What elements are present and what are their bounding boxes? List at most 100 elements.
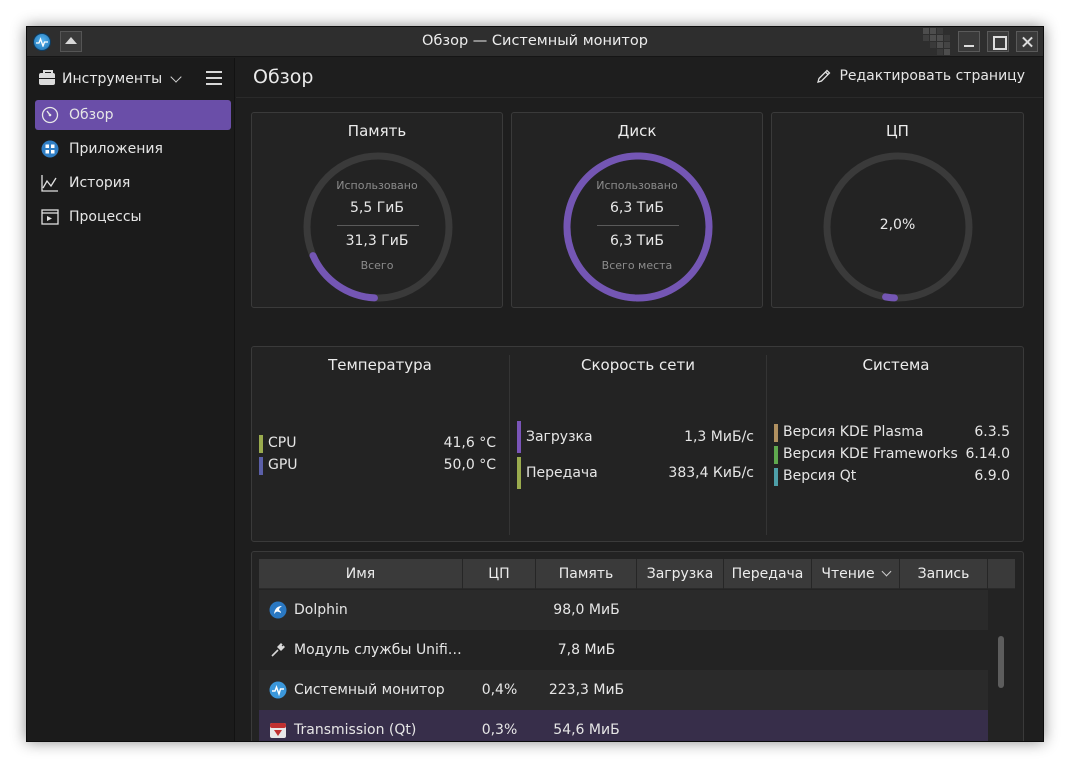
table-row[interactable]: Transmission (Qt) 0,3% 54,6 МиБ xyxy=(259,710,988,741)
edit-page-button[interactable]: Редактировать страницу xyxy=(816,68,1025,84)
close-button[interactable] xyxy=(1016,31,1038,52)
download-color-bar xyxy=(517,421,521,453)
system-value: 6.14.0 xyxy=(965,446,1010,462)
title-grip-pattern xyxy=(923,28,951,55)
gpu-temp-color-bar xyxy=(259,457,263,475)
pencil-icon xyxy=(817,69,831,83)
system-row-qt: Версия Qt 6.9.0 xyxy=(774,468,1010,486)
apps-icon xyxy=(41,140,59,158)
network-value: 1,3 МиБ/с xyxy=(684,429,754,445)
memory-used-value: 5,5 ГиБ xyxy=(350,200,404,216)
scrollbar-thumb[interactable] xyxy=(998,636,1004,688)
column-header-name[interactable]: Имя xyxy=(259,559,463,589)
edit-page-label: Редактировать страницу xyxy=(839,68,1025,84)
terminal-icon xyxy=(41,208,59,226)
plug-icon xyxy=(271,643,285,657)
memory-total-value: 31,3 ГиБ xyxy=(345,233,409,249)
disk-total-label: Всего места xyxy=(601,259,673,272)
system-label: Версия KDE Frameworks xyxy=(783,446,958,462)
process-memory: 7,8 МиБ xyxy=(557,642,616,658)
network-value: 383,4 КиБ/с xyxy=(668,465,754,481)
network-title: Скорость сети xyxy=(581,356,695,374)
minimize-button[interactable] xyxy=(958,31,980,52)
process-cpu: 0,3% xyxy=(481,722,518,738)
memory-card: Память Использовано 5,5 ГиБ 31,3 ГиБ Все… xyxy=(251,112,503,308)
dolphin-icon xyxy=(269,601,287,619)
column-header-download[interactable]: Загрузка xyxy=(637,559,724,589)
disk-used-value: 6,3 ТиБ xyxy=(610,200,664,216)
cpu-title: ЦП xyxy=(886,122,909,140)
sidebar-item-label: История xyxy=(69,175,131,191)
memory-title: Память xyxy=(347,122,407,140)
disk-card: Диск Использовано 6,3 ТиБ 6,3 ТиБ Всего … xyxy=(511,112,763,308)
table-body: Dolphin 98,0 МиБ Модуль службы Unifi… 7,… xyxy=(259,590,1015,741)
process-name: Системный монитор xyxy=(294,682,445,698)
memory-used-label: Использовано xyxy=(336,179,418,192)
title-bar[interactable]: Обзор — Системный монитор xyxy=(27,27,1043,57)
column-divider xyxy=(766,355,767,535)
temp-value: 41,6 °C xyxy=(443,435,496,451)
disk-divider xyxy=(597,225,679,226)
sidebar: Инструменты Обзор Приложения История Про… xyxy=(27,58,235,741)
disk-usage-arc xyxy=(563,152,713,302)
process-name: Dolphin xyxy=(294,602,348,618)
sidebar-item-history[interactable]: История xyxy=(35,168,231,198)
sidebar-nav: Обзор Приложения История Процессы xyxy=(35,100,231,236)
table-header: Имя ЦП Память Загрузка Передача Чтение З… xyxy=(259,559,1015,589)
tools-menu-label: Инструменты xyxy=(62,71,163,87)
system-row-plasma: Версия KDE Plasma 6.3.5 xyxy=(774,424,1010,442)
maximize-button[interactable] xyxy=(987,31,1009,52)
system-value: 6.9.0 xyxy=(974,468,1010,484)
temperature-title: Температура xyxy=(328,356,432,374)
process-cpu xyxy=(463,590,536,630)
process-memory: 223,3 МиБ xyxy=(548,682,625,698)
temperature-row-cpu: CPU 41,6 °C xyxy=(259,435,496,453)
process-cpu xyxy=(463,630,536,670)
column-header-read[interactable]: Чтение xyxy=(812,559,900,589)
table-scrollbar[interactable] xyxy=(994,590,1008,740)
column-header-cpu[interactable]: ЦП xyxy=(463,559,536,589)
process-table-card: Имя ЦП Память Загрузка Передача Чтение З… xyxy=(251,551,1024,741)
process-memory: 98,0 МиБ xyxy=(553,602,620,618)
sidebar-item-processes[interactable]: Процессы xyxy=(35,202,231,232)
column-divider xyxy=(509,355,510,535)
temperature-row-gpu: GPU 50,0 °C xyxy=(259,457,496,475)
memory-gauge xyxy=(303,152,453,302)
plasma-color-bar xyxy=(774,424,778,442)
page-header: Обзор Редактировать страницу xyxy=(236,58,1043,98)
table-row[interactable]: Системный монитор 0,4% 223,3 МиБ xyxy=(259,670,988,710)
table-row[interactable]: Dolphin 98,0 МиБ xyxy=(259,590,988,630)
disk-used-label: Использовано xyxy=(596,179,678,192)
gauge-icon xyxy=(41,106,59,124)
column-header-upload[interactable]: Передача xyxy=(724,559,812,589)
qt-color-bar xyxy=(774,468,778,486)
temp-label: CPU xyxy=(268,435,297,451)
hamburger-menu-button[interactable] xyxy=(206,71,222,85)
frameworks-color-bar xyxy=(774,446,778,464)
sidebar-item-applications[interactable]: Приложения xyxy=(35,134,231,164)
disk-gauge xyxy=(563,152,713,302)
window-title: Обзор — Системный монитор xyxy=(422,33,648,49)
disk-title: Диск xyxy=(617,122,657,140)
system-row-frameworks: Версия KDE Frameworks 6.14.0 xyxy=(774,446,1010,464)
sidebar-item-label: Обзор xyxy=(69,107,114,123)
cpu-value: 2,0% xyxy=(879,217,916,233)
table-row[interactable]: Модуль службы Unifi… 7,8 МиБ xyxy=(259,630,988,670)
chart-icon xyxy=(41,174,59,192)
sidebar-item-overview[interactable]: Обзор xyxy=(35,100,231,130)
network-row-upload: Передача 383,4 КиБ/с xyxy=(517,457,754,489)
column-header-read-label: Чтение xyxy=(821,566,875,582)
sidebar-item-label: Приложения xyxy=(69,141,163,157)
toolbox-icon xyxy=(39,70,55,85)
sidebar-item-label: Процессы xyxy=(69,209,142,225)
column-header-write[interactable]: Запись xyxy=(900,559,988,589)
system-monitor-icon xyxy=(269,681,287,699)
network-label: Передача xyxy=(526,465,598,481)
temp-value: 50,0 °C xyxy=(443,457,496,473)
tools-menu-button[interactable]: Инструменты xyxy=(39,68,182,90)
overview-content: Память Использовано 5,5 ГиБ 31,3 ГиБ Все… xyxy=(236,99,1043,741)
network-row-download: Загрузка 1,3 МиБ/с xyxy=(517,421,754,453)
network-label: Загрузка xyxy=(526,429,593,445)
sort-chevron-icon xyxy=(881,566,892,577)
column-header-memory[interactable]: Память xyxy=(536,559,637,589)
